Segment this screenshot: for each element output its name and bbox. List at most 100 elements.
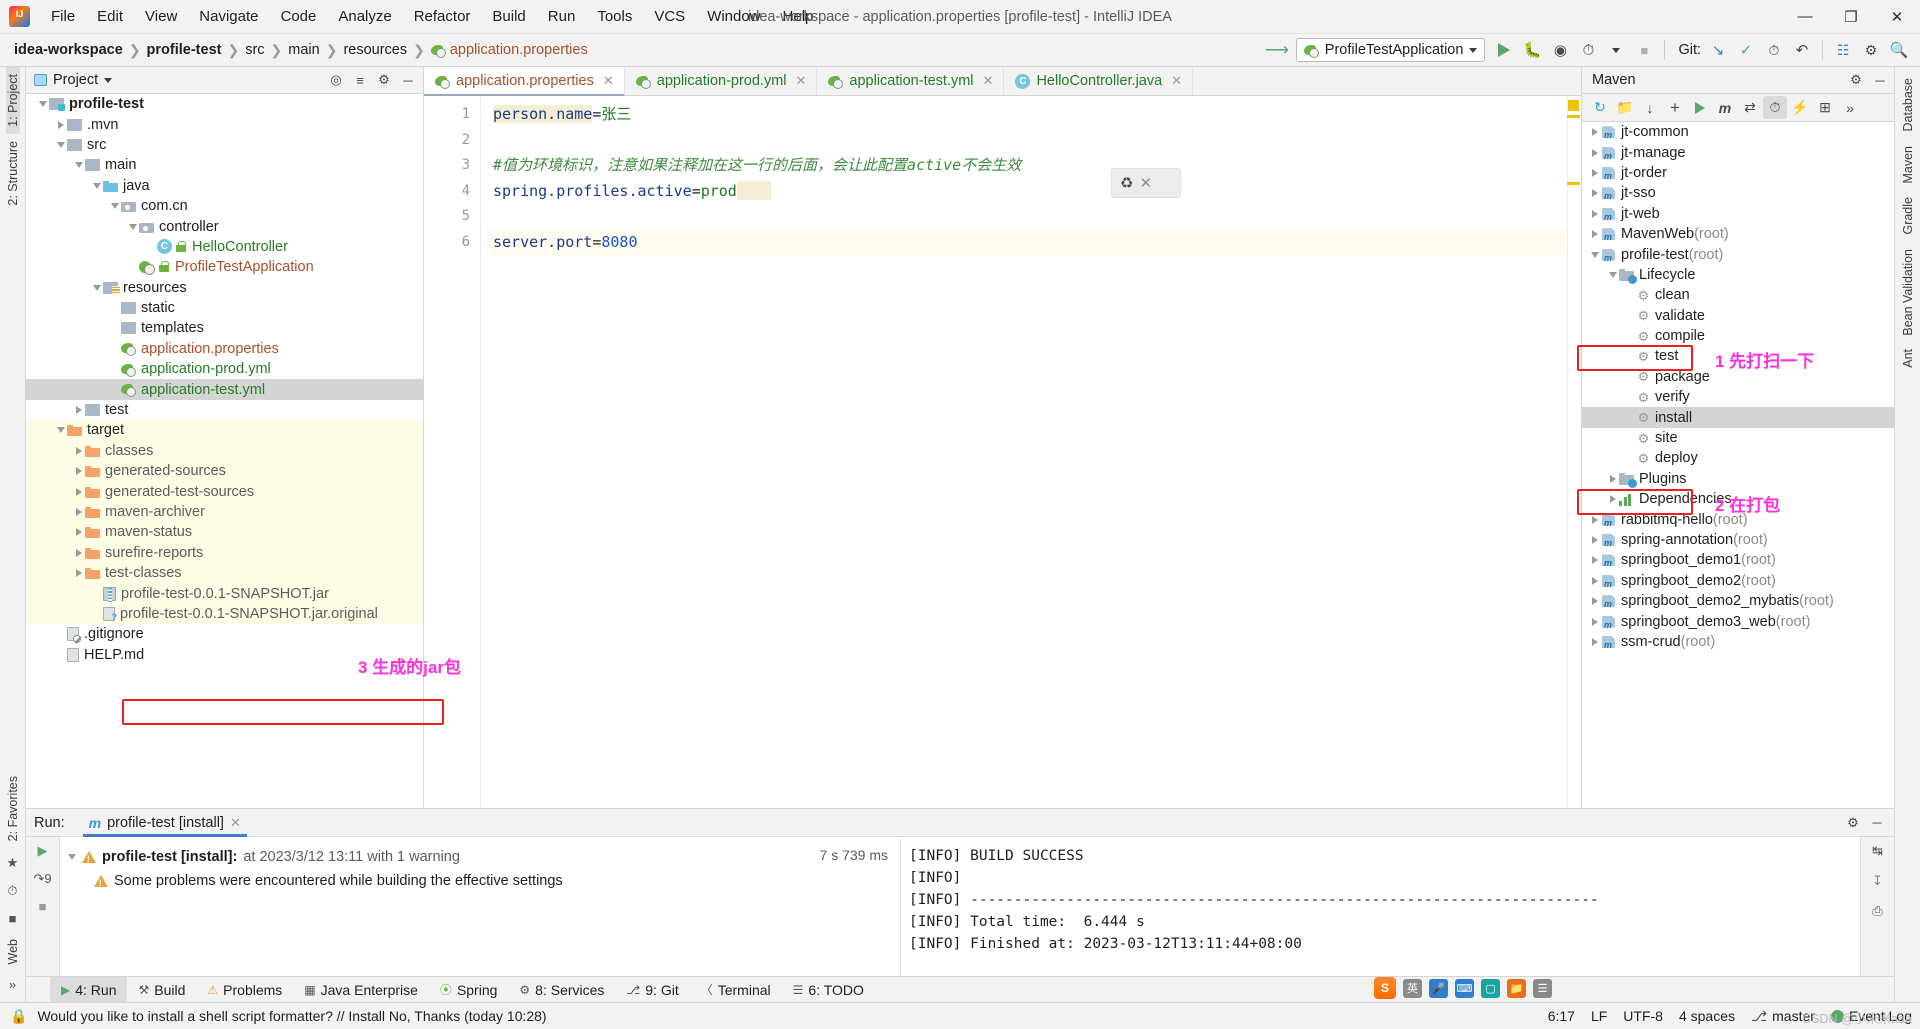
chevron-down-icon[interactable]: [1606, 271, 1619, 278]
update-project-icon[interactable]: ⟶: [1264, 38, 1290, 62]
stop-icon[interactable]: ■: [39, 899, 47, 914]
menu-window[interactable]: Window: [696, 4, 771, 29]
expand-icon[interactable]: ⊞: [1813, 96, 1837, 119]
project-tree-row[interactable]: resources: [26, 278, 423, 298]
chevron-right-icon[interactable]: [1606, 495, 1619, 504]
stop-icon[interactable]: ■: [9, 911, 17, 926]
code-line[interactable]: server.port=8080: [487, 229, 1581, 255]
code-line[interactable]: person.name=张三: [487, 102, 1581, 128]
chevron-down-icon[interactable]: [108, 203, 121, 210]
chevron-down-icon[interactable]: [54, 427, 67, 434]
build-tree-root[interactable]: profile-test [install]: at 2023/3/12 13:…: [60, 845, 900, 869]
code-content[interactable]: person.name=张三 #值为环境标识，注意如果注释加在这一行的后面，会让…: [487, 96, 1581, 808]
bottom-bar-6-todo[interactable]: ☰ 6: TODO: [782, 977, 875, 1003]
chevron-right-icon[interactable]: [1588, 230, 1601, 239]
maven-tree-row[interactable]: ⚙ verify: [1582, 387, 1894, 407]
editor-minimap[interactable]: [1567, 96, 1581, 808]
build-tree-child[interactable]: Some problems were encountered while bui…: [60, 869, 900, 893]
project-tree-row[interactable]: src: [26, 135, 423, 155]
project-tree-row[interactable]: .gitignore: [26, 624, 423, 644]
settings-icon[interactable]: ⚙: [1858, 38, 1884, 62]
project-structure-icon[interactable]: ☷: [1830, 38, 1856, 62]
close-button[interactable]: ✕: [1874, 0, 1920, 34]
build-tree[interactable]: profile-test [install]: at 2023/3/12 13:…: [60, 837, 901, 976]
warning-marker[interactable]: [1568, 100, 1579, 111]
editor-tab[interactable]: application-prod.yml ✕: [625, 67, 818, 95]
menu-build[interactable]: Build: [481, 4, 536, 29]
rail-tab-bean-validation[interactable]: Bean Validation: [1901, 242, 1915, 343]
maven-tree-row[interactable]: ⚙ deploy: [1582, 448, 1894, 468]
history-icon[interactable]: ⏱: [7, 883, 17, 899]
chevron-right-icon[interactable]: [72, 467, 85, 476]
project-tree-row[interactable]: java: [26, 176, 423, 196]
maven-reimport-popup[interactable]: ♻ ✕: [1111, 168, 1181, 198]
chevron-right-icon[interactable]: [1588, 148, 1601, 157]
collapse-all-icon[interactable]: ≡: [349, 70, 371, 91]
maven-tree-row[interactable]: m jt-common: [1582, 122, 1894, 142]
bottom-bar-java-enterprise[interactable]: ▦ Java Enterprise: [293, 977, 429, 1003]
chevron-right-icon[interactable]: [72, 446, 85, 455]
project-tree-row[interactable]: generated-test-sources: [26, 481, 423, 502]
generate-sources-icon[interactable]: 📁: [1613, 96, 1637, 119]
chevron-right-icon[interactable]: [72, 406, 85, 415]
indent-setting[interactable]: 4 spaces: [1679, 1008, 1735, 1024]
maven-tree-row[interactable]: ⚙ install: [1582, 407, 1894, 428]
project-tree-row[interactable]: templates: [26, 318, 423, 338]
project-tree-row[interactable]: test-classes: [26, 562, 423, 584]
bottom-bar-8-services[interactable]: ⚙ 8: Services: [508, 977, 615, 1003]
chevron-right-icon[interactable]: [1588, 617, 1601, 626]
breadcrumb-idea-workspace[interactable]: idea-workspace: [10, 40, 127, 60]
project-panel-title[interactable]: Project: [34, 72, 113, 88]
folder-icon[interactable]: 📁: [1507, 978, 1526, 998]
close-icon[interactable]: ✕: [1139, 174, 1152, 192]
menu-edit[interactable]: Edit: [86, 4, 134, 29]
maven-tree-row[interactable]: Lifecycle: [1582, 265, 1894, 285]
maven-tree-row[interactable]: m jt-order: [1582, 163, 1894, 183]
toggle-skip-tests-icon[interactable]: ⇄: [1738, 96, 1762, 119]
chevron-right-icon[interactable]: [72, 508, 85, 516]
bottom-bar-build[interactable]: ⚒ Build: [127, 977, 196, 1003]
rail-tab-gradle[interactable]: Gradle: [1901, 190, 1915, 242]
execute-maven-goal-icon[interactable]: m: [1713, 96, 1737, 119]
bottom-bar-terminal[interactable]: 〈 Terminal: [690, 977, 782, 1003]
close-icon[interactable]: ✕: [230, 815, 241, 831]
code-line[interactable]: [487, 204, 1581, 230]
menu-help[interactable]: Help: [772, 4, 825, 29]
chevron-right-icon[interactable]: [1588, 209, 1601, 218]
maven-tree-row[interactable]: m springboot_demo1 (root): [1582, 550, 1894, 570]
menu-icon[interactable]: ☰: [1533, 978, 1552, 998]
settings-icon[interactable]: ⚙: [1842, 812, 1864, 833]
menu-view[interactable]: View: [134, 4, 188, 29]
menu-analyze[interactable]: Analyze: [327, 4, 402, 29]
bottom-bar-spring[interactable]: ⦿ Spring: [429, 977, 508, 1003]
maven-tree-row[interactable]: m MavenWeb (root): [1582, 224, 1894, 244]
close-icon[interactable]: ✕: [983, 73, 994, 89]
locate-icon[interactable]: ◎: [325, 70, 347, 91]
editor-tab-bar[interactable]: application.properties ✕ application-prod.…: [424, 67, 1581, 96]
project-tree-row[interactable]: application-prod.yml: [26, 359, 423, 379]
maven-tree-row[interactable]: ⚙ compile: [1582, 326, 1894, 346]
keyboard-icon[interactable]: ⌨: [1455, 978, 1474, 998]
project-tree-row[interactable]: profile-test: [26, 94, 423, 114]
reimport-icon[interactable]: ↻: [1588, 96, 1612, 119]
bottom-tool-bar[interactable]: ▶ 4: Run ⚒ Build ⚠ Problems ▦ Java Enterprise ⦿ S…: [26, 976, 1894, 1003]
project-tree-row[interactable]: generated-sources: [26, 461, 423, 482]
jump-to-console-icon[interactable]: ↷9: [33, 871, 51, 887]
settings-icon[interactable]: ⚙: [1845, 70, 1867, 91]
bottom-bar-4-run[interactable]: ▶ 4: Run: [50, 976, 128, 1003]
menu-tools[interactable]: Tools: [586, 4, 643, 29]
git-commit-icon[interactable]: ✓: [1733, 38, 1759, 62]
chevron-down-icon[interactable]: [1588, 251, 1601, 258]
caret-position[interactable]: 6:17: [1548, 1008, 1575, 1024]
rail-tab-favorites[interactable]: 2: Favorites: [6, 769, 20, 848]
menu-vcs[interactable]: VCS: [643, 4, 696, 29]
chevron-down-icon[interactable]: [90, 284, 103, 291]
rail-tab-database[interactable]: Database: [1901, 71, 1915, 139]
sogou-icon[interactable]: S: [1374, 977, 1396, 999]
run-icon[interactable]: [1688, 96, 1712, 119]
maven-tree-row[interactable]: m spring-annotation (root): [1582, 530, 1894, 550]
project-tree-row[interactable]: C HelloController: [26, 237, 423, 257]
run-tab-profile-test-install[interactable]: m profile-test [install] ✕: [77, 809, 253, 837]
project-tree-row[interactable]: classes: [26, 440, 423, 462]
run-with-coverage-icon[interactable]: ◉: [1547, 38, 1573, 62]
